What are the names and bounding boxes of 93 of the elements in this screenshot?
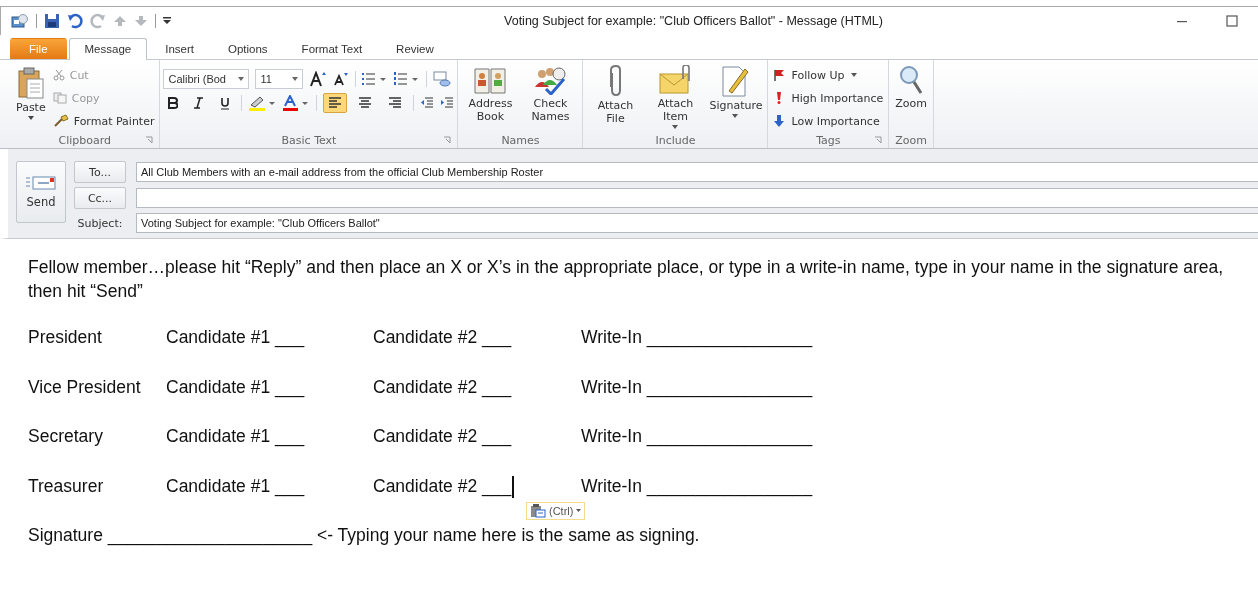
grow-font-icon[interactable] [309,71,328,87]
save-icon[interactable] [44,13,60,29]
alignment-icon [388,97,403,109]
ribbon-tab[interactable]: Format Text [285,38,379,59]
paste-options-button[interactable]: (Ctrl) [526,501,586,520]
envelope-icon [659,65,692,95]
subject-field[interactable]: Voting Subject for example: "Club Officers Ballot" [136,213,1258,233]
high-importance-button[interactable]: High Importance [771,88,886,108]
write-in-line: Write-In _________________ [581,475,814,497]
window-title: Voting Subject for example: "Club Officers Ballot" - Message (HTML) [503,14,884,28]
align-left-button[interactable] [323,93,348,113]
caret-icon [292,77,299,81]
zoom-button[interactable]: Zoom [892,63,931,112]
format-painter-button[interactable]: Format Painter [50,111,157,131]
cc-button[interactable]: Cc... [74,187,126,209]
candidate-line: Candidate #1 ___ [166,376,306,398]
caret-icon [27,116,34,120]
attach-file-button[interactable]: Attach File [586,63,645,127]
paste-button[interactable]: Paste [13,63,49,122]
numbering-icon[interactable] [394,72,421,86]
follow-up-button[interactable]: Follow Up [771,65,859,85]
check-names-button[interactable]: Check Names [521,63,580,125]
candidate-line: Candidate #2 ___ [373,426,512,447]
flag-icon [773,69,786,81]
write-in-line: Write-In _________________ [581,376,814,398]
font-color-icon[interactable] [282,95,311,111]
underline-icon [220,96,231,110]
magnifier-icon [899,65,924,95]
attach-item-button[interactable]: Attach Item [646,63,705,131]
instructions-text: Fellow member…please hit “Reply” and then place an X or X’s in the appropriate place, or type in a write-in name, type in your name in the signature area, then hit “Send” [28,256,1225,303]
increase-indent-icon[interactable] [440,97,455,109]
send-button[interactable]: Send [16,161,66,223]
pencil-page-icon [721,65,750,97]
undo-icon[interactable] [67,13,83,29]
write-in-line: Write-In _________________ [581,426,814,447]
outlook-icon [11,13,29,29]
bold-icon [168,97,179,109]
candidate-line: Candidate #2 ___ [373,327,512,348]
envelope-icon [25,175,57,191]
signature-line: Signature _____________________ <- Typing your name here is the same as signing. [28,525,701,546]
font-dropdown[interactable]: Calibri (Bod [163,69,250,89]
clipboard-icon [17,67,44,99]
highlight-icon[interactable] [248,95,277,111]
dialog-launcher-icon[interactable] [145,136,154,144]
office-label: Treasurer [28,475,105,497]
address-book-icon [474,65,507,95]
italic-icon [194,97,205,109]
write-in-line: Write-In _________________ [581,327,814,348]
caret-icon [238,77,245,81]
shrink-font-icon[interactable] [333,72,350,86]
office-label: Vice President [28,376,142,398]
styles-icon[interactable] [433,71,452,87]
group-label: Include [655,133,696,147]
subject-label: Subject: [76,216,124,230]
office-label: Secretary [28,426,104,447]
caret-icon [576,509,582,512]
office-label: President [28,327,103,348]
ribbon-tab[interactable]: Options [211,38,284,59]
scissors-icon [52,69,65,81]
candidate-line: Candidate #1 ___ [166,426,306,447]
candidate-line: Candidate #1 ___ [166,475,306,497]
group-label: Zoom [895,133,928,147]
signature-button[interactable]: Signature [706,63,765,120]
bullets-icon[interactable] [362,72,389,86]
alignment-icon [328,97,343,109]
ribbon-tab[interactable]: Insert [149,38,210,59]
people-check-icon [534,65,567,95]
group-label: Tags [816,133,841,147]
low-importance-button[interactable]: Low Importance [771,111,882,131]
brush-icon [52,114,69,128]
clipboard-icon [530,503,546,518]
customize-menu-icon[interactable] [163,17,171,25]
font-size-dropdown[interactable]: 11 [255,69,304,89]
ribbon-tab[interactable]: Message [68,38,148,60]
to-field[interactable]: All Club Members with an e-mail address from the official Club Membership Roster [136,162,1258,182]
paperclip-icon [607,65,624,97]
candidate-line: Candidate #2 ___ [373,376,512,398]
down-arrow-icon [773,115,786,127]
decrease-indent-icon[interactable] [420,97,435,109]
address-book-button[interactable]: Address Book [461,63,520,125]
group-label: Clipboard [58,133,111,147]
alignment-icon [358,97,373,109]
cc-field[interactable] [136,188,1258,208]
dialog-launcher-icon[interactable] [443,136,452,144]
to-button[interactable]: To... [74,161,126,183]
copy-icon [52,92,67,104]
candidate-line: Candidate #1 ___ [166,327,306,348]
candidate-line: Candidate #2 ___ [373,475,512,498]
dialog-launcher-icon[interactable] [874,136,883,144]
ribbon-tab[interactable]: Review [380,38,450,59]
group-label: Names [501,133,540,147]
maximize-icon[interactable] [1226,15,1238,27]
group-label: Basic Text [281,133,337,147]
